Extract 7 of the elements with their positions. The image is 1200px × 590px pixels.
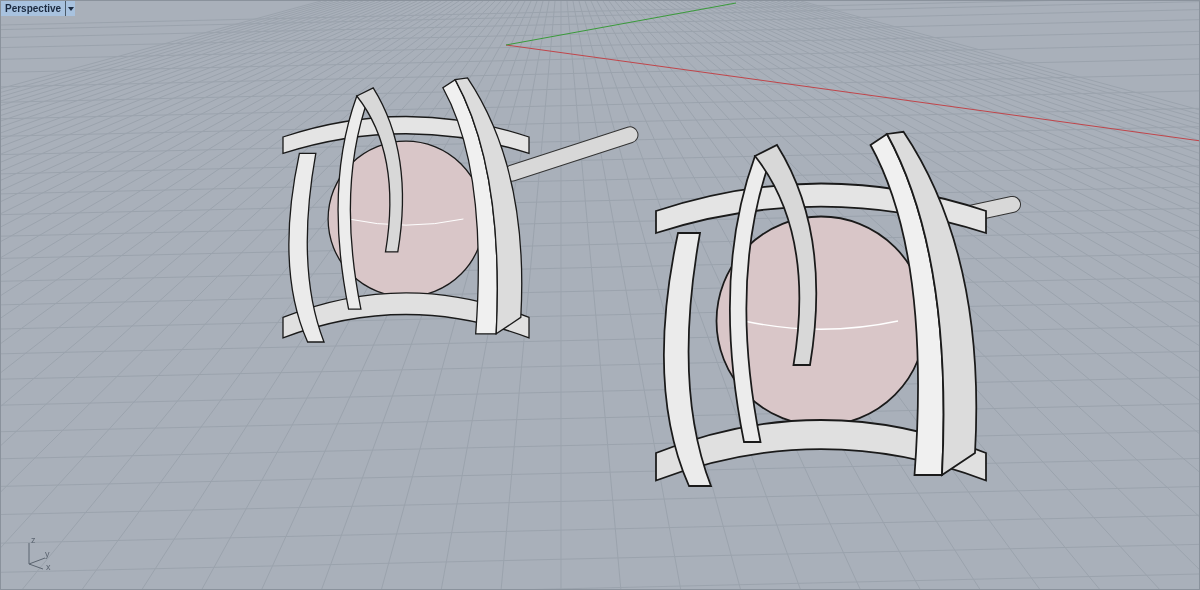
- axis-label: z: [31, 535, 36, 545]
- axis-label: x: [46, 562, 51, 572]
- axis-label: y: [45, 549, 50, 559]
- caret-icon: [67, 6, 74, 11]
- axis-icon: [28, 542, 46, 570]
- viewport-title-tab[interactable]: Perspective: [1, 1, 66, 16]
- dropdown-button[interactable]: [65, 1, 76, 16]
